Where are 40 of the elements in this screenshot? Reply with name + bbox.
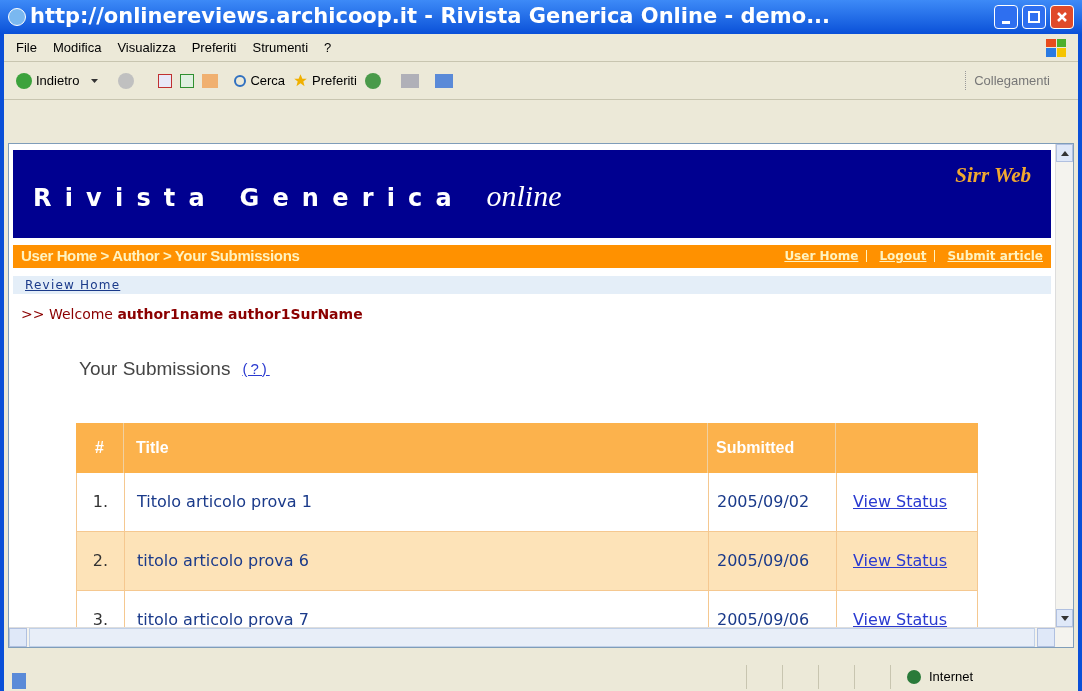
view-status-link[interactable]: View Status xyxy=(853,608,948,627)
table-cell: 2005/09/06 xyxy=(709,532,837,590)
zone-label: Internet xyxy=(929,668,974,687)
menu-item[interactable]: Strumenti xyxy=(252,37,309,58)
links-button[interactable]: Collegamenti xyxy=(965,70,1050,91)
review-home-link[interactable]: Review Home xyxy=(25,275,121,294)
welcome-text: >> Welcome author1name author1SurName xyxy=(20,304,364,324)
breadcrumb: User Home > Author > Your Submissions xyxy=(21,246,300,266)
site-title: Rivista Generica online xyxy=(33,178,562,214)
view-status-link[interactable]: View Status xyxy=(853,549,948,573)
menu-item[interactable]: File xyxy=(16,37,37,58)
window-title: http://onlinereviews.archicoop.it - Rivista Generica Online - demo... xyxy=(30,3,832,31)
maximize-button[interactable] xyxy=(1022,5,1046,29)
favorites-button[interactable]: Preferiti xyxy=(293,70,357,91)
table-cell: Titolo articolo prova 1 xyxy=(125,473,709,531)
menu-item[interactable]: Modifica xyxy=(52,37,102,58)
vertical-scrollbar[interactable] xyxy=(1055,144,1073,627)
view-status-link[interactable]: View Status xyxy=(853,490,948,514)
windows-logo-icon xyxy=(1046,38,1066,57)
globe-icon xyxy=(907,670,921,684)
menu-item[interactable]: ? xyxy=(324,37,332,58)
back-button[interactable]: Indietro xyxy=(16,70,99,91)
menu-item[interactable]: Visualizza xyxy=(117,37,176,58)
brand-name: Sirr Web xyxy=(955,162,1031,189)
search-button[interactable]: Cerca xyxy=(234,70,286,91)
section-heading: Your Submissions xyxy=(79,356,231,381)
table-cell: 2005/09/02 xyxy=(709,473,837,531)
close-button[interactable] xyxy=(1050,5,1074,29)
table-cell: 1. xyxy=(77,473,125,531)
star-icon xyxy=(293,73,309,88)
table-cell: titolo articolo prova 6 xyxy=(125,532,709,590)
menu-item[interactable]: Preferiti xyxy=(191,37,237,58)
minimize-button[interactable] xyxy=(994,5,1018,29)
table-cell: 2. xyxy=(77,532,125,590)
down-arrow-icon xyxy=(1060,615,1069,621)
close-icon xyxy=(1056,11,1068,23)
horizontal-scrollbar[interactable] xyxy=(9,627,1073,647)
caret-icon xyxy=(91,78,99,83)
help-link[interactable]: (?) xyxy=(242,357,270,380)
up-arrow-icon xyxy=(1060,150,1069,156)
